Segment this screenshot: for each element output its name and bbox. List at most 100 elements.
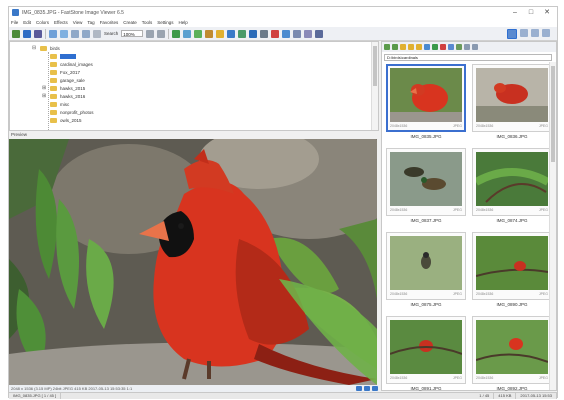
menu-view[interactable]: View [73, 20, 83, 25]
thumbnail[interactable]: 2048x1536 JPEG IMG_0890.JPG [472, 232, 552, 314]
layout-3-icon[interactable] [531, 28, 539, 37]
title-bar: IMG_0835.JPG - FastStone Image Viewer 6.… [9, 7, 557, 18]
folder-tree: ⊟ birds cardinal_images Fox_2017 garage_… [9, 41, 379, 131]
print-icon[interactable] [34, 29, 42, 38]
thumbnail-filename: IMG_0837.JPG [410, 218, 442, 223]
menu-settings[interactable]: Settings [157, 20, 173, 25]
rotate-left-icon[interactable] [71, 29, 79, 38]
refresh-icon[interactable] [424, 44, 430, 50]
copy-icon[interactable] [282, 29, 291, 38]
image-preview[interactable] [9, 139, 377, 385]
preview-status: 2048 x 1536 (3.15 MP) 24bit JPEG 415 KB … [9, 385, 379, 392]
thumbnail-image [390, 236, 462, 290]
close-button[interactable]: ✕ [539, 7, 555, 18]
folder-item-selected[interactable] [50, 52, 76, 60]
layout-4-icon[interactable] [542, 28, 550, 37]
thumbnail-filename: IMG_0835.JPG [410, 134, 442, 139]
thumbnail-browser: D:\birds\cardinals 2048x1536 JPEG IMG_083… [381, 41, 557, 391]
maximize-button[interactable]: □ [523, 7, 539, 18]
folder-item[interactable]: Fox_2017 [50, 68, 80, 76]
batch-icon[interactable] [249, 29, 258, 38]
fullscreen-icon[interactable] [60, 29, 68, 38]
menu-bar: File Edit Colors Effects View Tag Favori… [9, 18, 557, 27]
thumbnail[interactable]: 2048x1536 JPEG IMG_0835.JPG [386, 64, 466, 146]
slideshow-icon[interactable] [49, 29, 57, 38]
menu-edit[interactable]: Edit [23, 20, 31, 25]
search-label[interactable]: Search [104, 31, 118, 36]
menu-favorites[interactable]: Favorites [100, 20, 119, 25]
move-icon[interactable] [293, 29, 302, 38]
folder-icon [50, 69, 57, 75]
folder-item[interactable]: garage_sale [50, 76, 85, 84]
minimize-button[interactable]: – [507, 7, 523, 18]
filter-icon[interactable] [456, 44, 462, 50]
folder-item[interactable]: ⊞ hawks_2015 [42, 84, 85, 92]
rename-icon[interactable] [304, 29, 313, 38]
layout-1-icon[interactable] [507, 28, 517, 39]
folder-scrollbar[interactable] [371, 42, 378, 130]
thumbnail-filename: IMG_0891.JPG [410, 386, 442, 391]
folder-item[interactable]: owls_2015 [50, 116, 82, 124]
window-title: IMG_0835.JPG - FastStone Image Viewer 6.… [22, 9, 124, 16]
thumbnail-image [390, 320, 462, 374]
thumbnail[interactable]: 2048x1536 JPEG IMG_0891.JPG [386, 316, 466, 398]
menu-tag[interactable]: Tag [87, 20, 94, 25]
zoom-select[interactable]: 100% [121, 30, 144, 37]
menu-file[interactable]: File [11, 20, 18, 25]
menu-create[interactable]: Create [123, 20, 137, 25]
next-icon[interactable] [364, 386, 370, 391]
folder-item[interactable]: nonprofit_photos [50, 108, 94, 116]
menu-colors[interactable]: Colors [36, 20, 49, 25]
menu-tools[interactable]: Tools [142, 20, 153, 25]
fit-icon[interactable] [372, 386, 378, 391]
thumbnail-image [476, 68, 548, 122]
image-info-text: 2048 x 1536 (3.15 MP) 24bit JPEG 415 KB … [11, 386, 133, 391]
up-folder-icon[interactable] [400, 44, 406, 50]
thumbnail[interactable]: 2048x1536 JPEG IMG_0875.JPG [386, 232, 466, 314]
color-icon[interactable] [194, 29, 203, 38]
new-folder-icon[interactable] [408, 44, 414, 50]
crop-icon[interactable] [172, 29, 181, 38]
wallpaper-icon[interactable] [260, 29, 269, 38]
path-field[interactable]: D:\birds\cardinals [384, 54, 552, 61]
settings-icon[interactable] [315, 29, 324, 38]
prev-icon[interactable] [356, 386, 362, 391]
zoom-in-icon[interactable] [157, 29, 166, 38]
email-icon[interactable] [227, 29, 236, 38]
delete-icon[interactable] [271, 29, 280, 38]
folder-item[interactable]: ⊞ hawks_2016 [42, 92, 85, 100]
delete-file-icon[interactable] [440, 44, 446, 50]
browser-toolbar [382, 42, 556, 52]
compare-icon[interactable] [238, 29, 247, 38]
copy-to-icon[interactable] [432, 44, 438, 50]
forward-icon[interactable] [392, 44, 398, 50]
view-mode-icon[interactable] [472, 44, 478, 50]
thumbnail-image [390, 152, 462, 206]
folder-item[interactable]: misc [50, 100, 69, 108]
text-icon[interactable] [216, 29, 225, 38]
effects-icon[interactable] [205, 29, 214, 38]
thumbnail-image [476, 236, 548, 290]
favorites-icon[interactable] [416, 44, 422, 50]
folder-icon [50, 109, 57, 115]
sort-icon[interactable] [464, 44, 470, 50]
search-icon[interactable] [93, 29, 101, 38]
thumbnail[interactable]: 2048x1536 JPEG IMG_0836.JPG [472, 64, 552, 146]
select-all-icon[interactable] [448, 44, 454, 50]
back-icon[interactable] [384, 44, 390, 50]
open-icon[interactable] [12, 29, 20, 38]
folder-item[interactable]: ⊟ birds [32, 44, 60, 52]
thumbnail[interactable]: 2048x1536 JPEG IMG_0892.JPG [472, 316, 552, 398]
menu-effects[interactable]: Effects [54, 20, 68, 25]
rotate-right-icon[interactable] [82, 29, 90, 38]
resize-icon[interactable] [183, 29, 192, 38]
layout-2-icon[interactable] [520, 28, 528, 37]
thumbnail[interactable]: 2048x1536 JPEG IMG_0874.JPG [472, 148, 552, 230]
menu-help[interactable]: Help [179, 20, 188, 25]
save-icon[interactable] [23, 29, 31, 38]
cardinal-photo [9, 139, 377, 385]
thumbnail-scrollbar[interactable] [549, 62, 556, 390]
zoom-out-icon[interactable] [146, 29, 155, 38]
thumbnail[interactable]: 2048x1536 JPEG IMG_0837.JPG [386, 148, 466, 230]
folder-item[interactable]: cardinal_images [50, 60, 93, 68]
